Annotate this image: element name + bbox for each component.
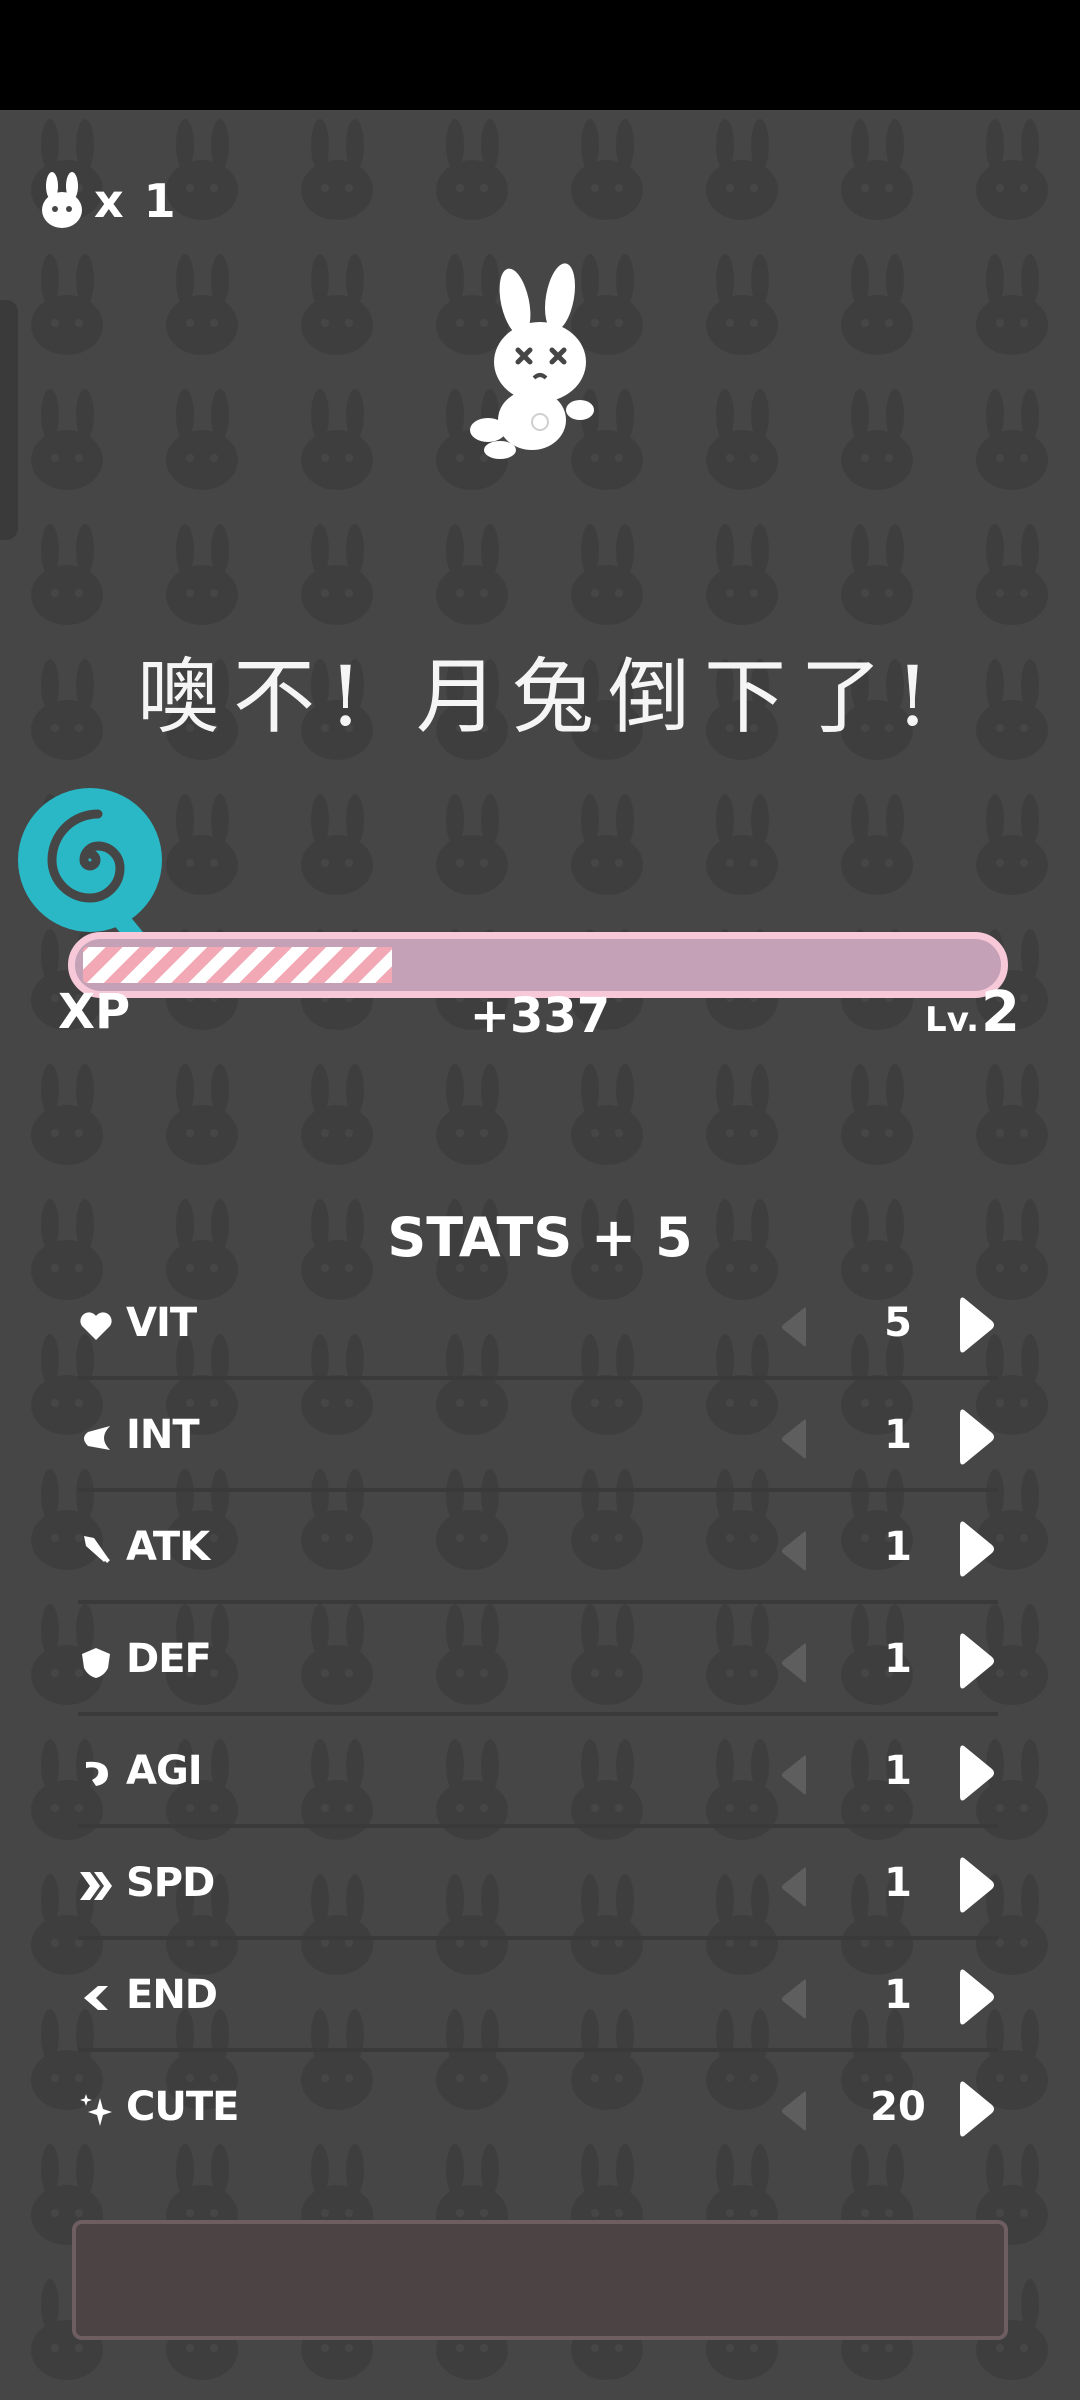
brain-icon — [84, 1426, 110, 1450]
stat-value-spd: 1 — [884, 1860, 912, 1906]
increase-end-button[interactable] — [958, 1966, 996, 2028]
stat-value-cute: 20 — [870, 2084, 926, 2130]
stat-row-agi: AGI 1 — [78, 1716, 998, 1828]
stat-label-agi: AGI — [126, 1748, 203, 1794]
xp-gain: +337 — [469, 988, 611, 1044]
increase-atk-button[interactable] — [958, 1518, 996, 1580]
stats-list: VIT 5 INT 1 ATK 1 DEF 1 AGI 1 SPD 1 END 1 CUTE 20 — [78, 1268, 998, 2164]
stat-label-vit: VIT — [126, 1300, 197, 1346]
confirm-button[interactable] — [72, 2220, 1008, 2340]
shield-icon — [82, 1648, 110, 1678]
stat-label-def: DEF — [126, 1636, 212, 1682]
sword-icon — [84, 1536, 110, 1563]
stat-row-vit: VIT 5 — [78, 1268, 998, 1380]
stat-row-def: DEF 1 — [78, 1604, 998, 1716]
increase-vit-button[interactable] — [958, 1294, 996, 1356]
stat-label-atk: ATK — [126, 1524, 210, 1570]
stat-row-int: INT 1 — [78, 1380, 998, 1492]
decrease-vit-button[interactable] — [778, 1304, 808, 1350]
stat-row-end: END 1 — [78, 1940, 998, 2052]
lives-count: x 1 — [94, 174, 178, 228]
increase-int-button[interactable] — [958, 1406, 996, 1468]
decrease-spd-button[interactable] — [778, 1864, 808, 1910]
stat-row-cute: CUTE 20 — [78, 2052, 998, 2164]
stat-label-cute: CUTE — [126, 2084, 239, 2130]
increase-spd-button[interactable] — [958, 1854, 996, 1916]
increase-agi-button[interactable] — [958, 1742, 996, 1804]
level-indicator: Lv. 2 — [925, 980, 1020, 1045]
swirl-icon — [86, 1761, 108, 1786]
stat-value-vit: 5 — [884, 1300, 912, 1346]
decrease-cute-button[interactable] — [778, 2088, 808, 2134]
stat-label-spd: SPD — [126, 1860, 215, 1906]
double-chevron-icon — [80, 1872, 112, 1900]
stat-value-atk: 1 — [884, 1524, 912, 1570]
increase-cute-button[interactable] — [958, 2078, 996, 2140]
sparkle-icon — [80, 2094, 112, 2126]
xp-progress-fill — [83, 947, 392, 983]
stat-label-int: INT — [126, 1412, 200, 1458]
stat-row-spd: SPD 1 — [78, 1828, 998, 1940]
decrease-int-button[interactable] — [778, 1416, 808, 1462]
decrease-end-button[interactable] — [778, 1976, 808, 2022]
heart-icon — [80, 1312, 112, 1340]
status-bar — [0, 0, 1080, 110]
fallen-bunny-sprite — [470, 263, 594, 459]
defeat-message: 噢不! 月兔倒下了! — [137, 650, 943, 745]
side-drawer-handle[interactable] — [0, 300, 18, 540]
stat-value-agi: 1 — [884, 1748, 912, 1794]
stat-row-atk: ATK 1 — [78, 1492, 998, 1604]
increase-def-button[interactable] — [958, 1630, 996, 1692]
level-prefix: Lv. — [925, 1000, 980, 1040]
stat-label-end: END — [126, 1972, 218, 2018]
stat-value-end: 1 — [884, 1972, 912, 2018]
decrease-agi-button[interactable] — [778, 1752, 808, 1798]
stats-title: STATS + 5 — [387, 1206, 693, 1269]
decrease-def-button[interactable] — [778, 1640, 808, 1686]
stat-value-int: 1 — [884, 1412, 912, 1458]
stat-value-def: 1 — [884, 1636, 912, 1682]
level-number: 2 — [981, 980, 1020, 1045]
lives-counter: x 1 — [38, 172, 178, 230]
chevron-left-icon — [84, 1986, 108, 2010]
bunny-head-icon — [42, 172, 82, 228]
decrease-atk-button[interactable] — [778, 1528, 808, 1574]
